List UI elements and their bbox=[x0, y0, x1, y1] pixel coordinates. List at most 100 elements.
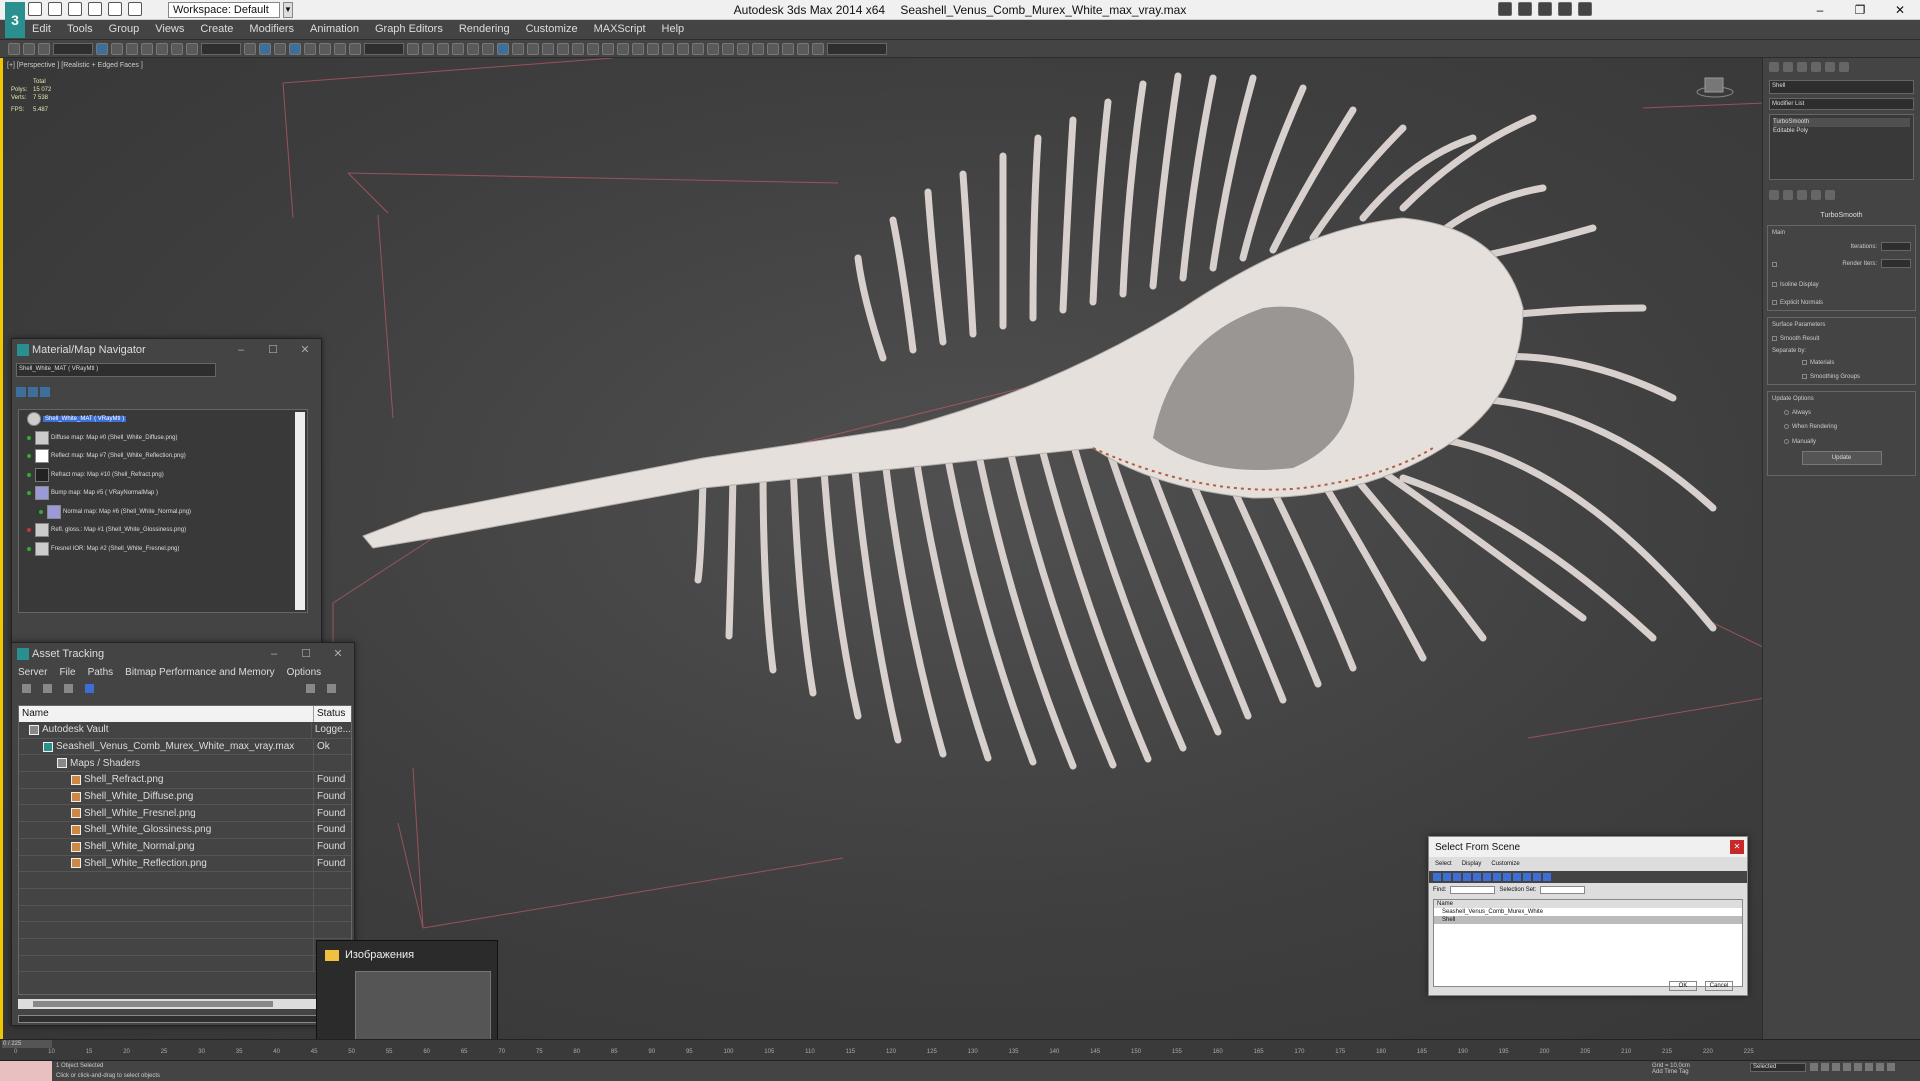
material-navigator-titlebar[interactable]: Material/Map Navigator – ☐ ✕ bbox=[12, 339, 321, 361]
list-item[interactable]: Seashell_Venus_Comb_Murex_White bbox=[1434, 908, 1742, 916]
menu-bitmap-performance[interactable]: Bitmap Performance and Memory bbox=[125, 667, 275, 678]
vray-rt-icon[interactable] bbox=[737, 42, 749, 55]
menu-maxscript[interactable]: MAXScript bbox=[594, 23, 646, 35]
tree-item[interactable]: Bump map: Map #5 ( VRayNormalMap ) bbox=[19, 484, 307, 503]
star-icon[interactable] bbox=[1558, 2, 1572, 16]
filter-shapes-icon[interactable] bbox=[1443, 873, 1451, 881]
column-status-header[interactable]: Status bbox=[314, 706, 348, 722]
column-name-header[interactable]: Name bbox=[19, 706, 314, 722]
filter-xrefs-icon[interactable] bbox=[1503, 873, 1511, 881]
menu-graph-editors[interactable]: Graph Editors bbox=[375, 23, 443, 35]
modify-tab-icon[interactable] bbox=[1783, 62, 1793, 72]
align-icon[interactable] bbox=[422, 42, 434, 55]
filter-bones-icon[interactable] bbox=[1513, 873, 1521, 881]
add-time-tag[interactable]: Add Time Tag bbox=[1652, 1069, 1690, 1075]
materials-checkbox[interactable] bbox=[1802, 360, 1807, 366]
app-logo-icon[interactable]: 3 bbox=[5, 2, 25, 38]
column-name-header[interactable]: Name bbox=[1434, 900, 1742, 908]
selection-filter-dropdown[interactable] bbox=[53, 42, 93, 55]
percent-snap-icon[interactable] bbox=[319, 42, 331, 55]
vray-lister-icon[interactable] bbox=[752, 42, 764, 55]
close-icon[interactable]: ✕ bbox=[1880, 0, 1920, 20]
key-mode-dropdown[interactable]: Selected bbox=[1750, 1063, 1806, 1072]
find-input[interactable] bbox=[1450, 886, 1496, 894]
table-row[interactable]: Shell_White_Diffuse.png Found bbox=[19, 788, 351, 806]
menu-views[interactable]: Views bbox=[155, 23, 184, 35]
modifier-list-dropdown[interactable]: Modifier List bbox=[1769, 98, 1914, 110]
configure-sets-icon[interactable] bbox=[1825, 190, 1835, 200]
menu-select[interactable]: Select bbox=[1435, 861, 1452, 867]
scrollbar-thumb[interactable] bbox=[33, 1001, 273, 1007]
table-row[interactable]: Shell_White_Glossiness.png Found bbox=[19, 822, 351, 839]
create-tab-icon[interactable] bbox=[1769, 62, 1779, 72]
menu-tools[interactable]: Tools bbox=[67, 23, 93, 35]
list-item[interactable]: Shell bbox=[1434, 916, 1742, 924]
vray-mtl-icon[interactable] bbox=[722, 42, 734, 55]
vray-mesh-export-icon[interactable] bbox=[707, 42, 719, 55]
goto-start-icon[interactable] bbox=[1810, 1063, 1818, 1071]
viewport-layout-dropdown[interactable] bbox=[827, 42, 887, 55]
help-icon[interactable] bbox=[1578, 2, 1592, 16]
maximize-icon[interactable]: ☐ bbox=[257, 339, 289, 361]
bind-space-warp-icon[interactable] bbox=[38, 42, 50, 55]
turbosmooth-rollout-title[interactable]: TurboSmooth bbox=[1763, 212, 1920, 219]
material-name-field[interactable]: Shell_White_MAT ( VRayMtl ) bbox=[16, 363, 216, 377]
view-small-icons-icon[interactable] bbox=[40, 387, 50, 397]
motion-tab-icon[interactable] bbox=[1811, 62, 1821, 72]
selection-set-dropdown[interactable] bbox=[1540, 886, 1586, 894]
table-row[interactable]: Autodesk Vault Logge... bbox=[19, 722, 351, 739]
filter-cameras-icon[interactable] bbox=[1463, 873, 1471, 881]
snaps-toggle-icon[interactable] bbox=[289, 42, 301, 55]
menu-customize[interactable]: Customize bbox=[1491, 861, 1519, 867]
vray-plane-icon[interactable] bbox=[662, 42, 674, 55]
isoline-checkbox[interactable] bbox=[1772, 282, 1777, 287]
hierarchy-tab-icon[interactable] bbox=[1797, 62, 1807, 72]
vray-sun-icon[interactable] bbox=[602, 42, 614, 55]
material-editor-icon[interactable] bbox=[497, 42, 509, 55]
rotate-icon[interactable] bbox=[171, 42, 183, 55]
when-rendering-radio[interactable] bbox=[1784, 424, 1789, 430]
layer-manager-icon[interactable] bbox=[437, 42, 449, 55]
menu-display[interactable]: Display bbox=[1462, 861, 1482, 867]
menu-paths[interactable]: Paths bbox=[88, 667, 114, 678]
smoothing-groups-checkbox[interactable] bbox=[1802, 374, 1807, 380]
checkout-icon[interactable] bbox=[43, 684, 52, 693]
next-frame-icon[interactable] bbox=[1843, 1063, 1851, 1071]
spinner-snap-icon[interactable] bbox=[334, 42, 346, 55]
table-view-icon[interactable] bbox=[85, 684, 94, 693]
menu-rendering[interactable]: Rendering bbox=[459, 23, 510, 35]
table-row[interactable]: Shell_White_Reflection.png Found bbox=[19, 855, 351, 873]
close-icon[interactable]: ✕ bbox=[322, 643, 354, 665]
binoculars-icon[interactable] bbox=[1498, 2, 1512, 16]
menu-file[interactable]: File bbox=[59, 667, 75, 678]
tree-item[interactable]: Fresnel IOR: Map #2 (Shell_White_Fresnel… bbox=[19, 540, 307, 559]
pin-stack-icon[interactable] bbox=[1769, 190, 1779, 200]
vray-options-icon[interactable] bbox=[812, 42, 824, 55]
stack-item-editable-poly[interactable]: Editable Poly bbox=[1773, 127, 1910, 136]
cancel-button[interactable]: Cancel bbox=[1705, 981, 1733, 991]
filter-groups-icon[interactable] bbox=[1493, 873, 1501, 881]
menu-options[interactable]: Options bbox=[287, 667, 321, 678]
tree-root-material[interactable]: Shell_White_MAT ( VRayMtl ) bbox=[19, 410, 307, 429]
zoom-icon[interactable] bbox=[1865, 1063, 1873, 1071]
tree-item[interactable]: Normal map: Map #6 (Shell_White_Normal.p… bbox=[19, 503, 307, 522]
render-production-icon[interactable] bbox=[542, 42, 554, 55]
scale-icon[interactable] bbox=[186, 42, 198, 55]
tools-icon[interactable] bbox=[1538, 2, 1552, 16]
time-slider[interactable]: 0 / 225 bbox=[2, 1040, 52, 1048]
filter-lights-icon[interactable] bbox=[1453, 873, 1461, 881]
utilities-tab-icon[interactable] bbox=[1839, 62, 1849, 72]
edit-named-selection-icon[interactable] bbox=[349, 42, 361, 55]
schematic-view-icon[interactable] bbox=[482, 42, 494, 55]
vray-dome-icon[interactable] bbox=[617, 42, 629, 55]
render-iters-spinner[interactable] bbox=[1881, 259, 1911, 268]
make-unique-icon[interactable] bbox=[1797, 190, 1807, 200]
vray-debug-icon[interactable] bbox=[767, 42, 779, 55]
render-setup-icon[interactable] bbox=[512, 42, 524, 55]
tree-item[interactable]: Refract map: Map #10 (Shell_Refract.png) bbox=[19, 466, 307, 485]
vray-messages-icon[interactable] bbox=[797, 42, 809, 55]
list-view-icon[interactable] bbox=[64, 684, 73, 693]
show-end-result-icon[interactable] bbox=[1783, 190, 1793, 200]
ok-button[interactable]: OK bbox=[1669, 981, 1697, 991]
key-icon[interactable] bbox=[1518, 2, 1532, 16]
